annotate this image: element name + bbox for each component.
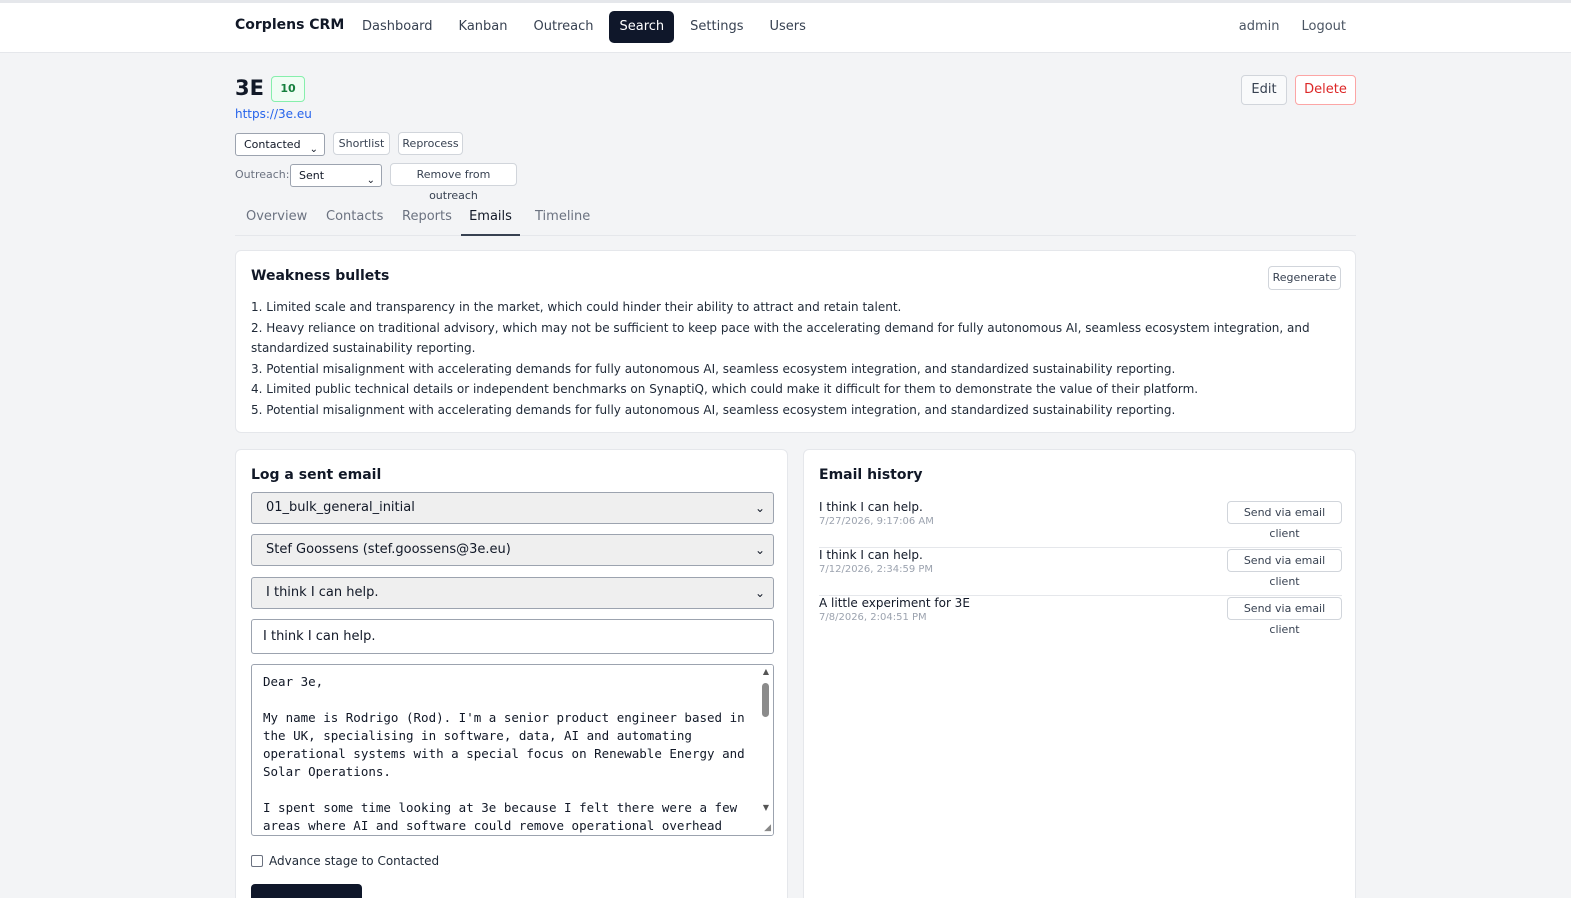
history-date: 7/12/2026, 2:34:59 PM [819,564,934,575]
outreach-select-value: Sent [299,169,325,182]
tab-emails[interactable]: Emails [461,209,520,236]
scroll-thumb[interactable] [762,683,769,717]
chevron-down-icon: ⌄ [754,543,765,557]
chevron-down-icon: ⌄ [754,501,765,515]
weakness-list: 1. Limited scale and transparency in the… [251,297,1331,420]
email-history-card: Email history I think I can help. 7/27/2… [803,449,1356,898]
log-email-card: Log a sent email 01_bulk_general_initial… [235,449,788,898]
history-subject: I think I can help. [819,548,923,562]
company-url-link[interactable]: https://3e.eu [235,107,312,121]
regenerate-button[interactable]: Regenerate [1268,266,1341,290]
weakness-item: 4. Limited public technical details or i… [251,382,1199,396]
history-date: 7/27/2026, 9:17:06 AM [819,516,934,527]
history-subject: A little experiment for 3E [819,596,970,610]
email-history-title: Email history [819,467,923,483]
chevron-down-icon: ⌄ [309,144,318,155]
email-body-textarea[interactable]: Dear 3e, My name is Rodrigo (Rod). I'm a… [251,664,774,836]
history-item: I think I can help. 7/12/2026, 2:34:59 P… [819,548,1342,596]
email-body-text: Dear 3e, My name is Rodrigo (Rod). I'm a… [263,674,745,833]
nav-dashboard[interactable]: Dashboard [352,11,443,43]
logout-link[interactable]: Logout [1301,19,1346,34]
outreach-status-select[interactable]: Sent ⌄ [290,164,382,187]
contact-select-value: Stef Goossens (stef.goossens@3e.eu) [266,542,511,557]
nav-kanban[interactable]: Kanban [449,11,518,43]
history-item: I think I can help. 7/27/2026, 9:17:06 A… [819,500,1342,548]
resize-grip-icon[interactable]: ◢ [764,823,771,833]
tab-reports[interactable]: Reports [402,209,452,236]
tab-overview[interactable]: Overview [246,209,307,236]
nav-settings[interactable]: Settings [680,11,753,43]
advance-stage-checkbox[interactable] [251,855,263,867]
remove-from-outreach-button[interactable]: Remove from outreach [390,163,517,202]
stage-select[interactable]: Contacted ⌄ [235,133,325,156]
chevron-down-icon: ⌄ [754,586,765,600]
delete-button[interactable]: Delete [1295,75,1356,105]
username: admin [1238,19,1280,34]
score-badge: 10 [271,76,305,102]
send-via-email-client-button[interactable]: Send via email client [1227,549,1342,588]
weakness-item: 2. Heavy reliance on traditional advisor… [251,320,1310,356]
scroll-down-icon[interactable]: ▼ [763,803,769,812]
send-via-email-client-button[interactable]: Send via email client [1227,501,1342,540]
nav-outreach[interactable]: Outreach [524,11,604,43]
advance-stage-label[interactable]: Advance stage to Contacted [269,854,439,868]
scroll-up-icon[interactable]: ▲ [763,667,769,676]
weakness-card: Weakness bullets Regenerate 1. Limited s… [235,250,1356,433]
brand-logo[interactable]: Corplens CRM [235,17,344,33]
top-navbar: Corplens CRM Dashboard Kanban Outreach S… [0,0,1571,53]
outreach-label: Outreach: [235,168,290,181]
weakness-item: 3. Potential misalignment with accelerat… [251,361,1176,376]
subject-select-value: I think I can help. [266,585,379,600]
tab-timeline[interactable]: Timeline [535,209,590,236]
weakness-item: 5. Potential misalignment with accelerat… [251,402,1176,417]
stage-select-value: Contacted [244,138,301,151]
log-email-title: Log a sent email [251,467,382,483]
nav-users[interactable]: Users [759,11,815,43]
weakness-item: 1. Limited scale and transparency in the… [251,300,902,314]
textarea-scrollbar[interactable]: ▲ ▼ [758,665,773,835]
chevron-down-icon: ⌄ [366,175,375,186]
template-select[interactable]: 01_bulk_general_initial ⌄ [251,492,774,524]
advance-stage-row[interactable]: Advance stage to Contacted [251,854,439,868]
reprocess-button[interactable]: Reprocess [398,132,463,155]
subject-input-value: I think I can help. [263,629,376,644]
history-item: A little experiment for 3E 7/8/2026, 2:0… [819,596,1342,644]
main-nav: Dashboard Kanban Outreach Search Setting… [352,11,816,43]
company-name: 3E [235,76,264,100]
tab-contacts[interactable]: Contacts [326,209,383,236]
send-via-email-client-button[interactable]: Send via email client [1227,597,1342,636]
history-date: 7/8/2026, 2:04:51 PM [819,612,927,623]
history-subject: I think I can help. [819,500,923,514]
template-select-value: 01_bulk_general_initial [266,500,415,515]
user-area: admin Logout [1239,19,1346,34]
contact-select[interactable]: Stef Goossens (stef.goossens@3e.eu) ⌄ [251,534,774,566]
nav-search[interactable]: Search [609,11,675,43]
edit-button[interactable]: Edit [1241,75,1287,105]
log-email-button[interactable] [251,884,362,898]
shortlist-button[interactable]: Shortlist [333,132,390,155]
weakness-title: Weakness bullets [251,268,390,284]
subject-input[interactable]: I think I can help. [251,619,774,654]
detail-tabs: Overview Contacts Reports Emails Timelin… [235,200,1356,236]
subject-select[interactable]: I think I can help. ⌄ [251,577,774,609]
